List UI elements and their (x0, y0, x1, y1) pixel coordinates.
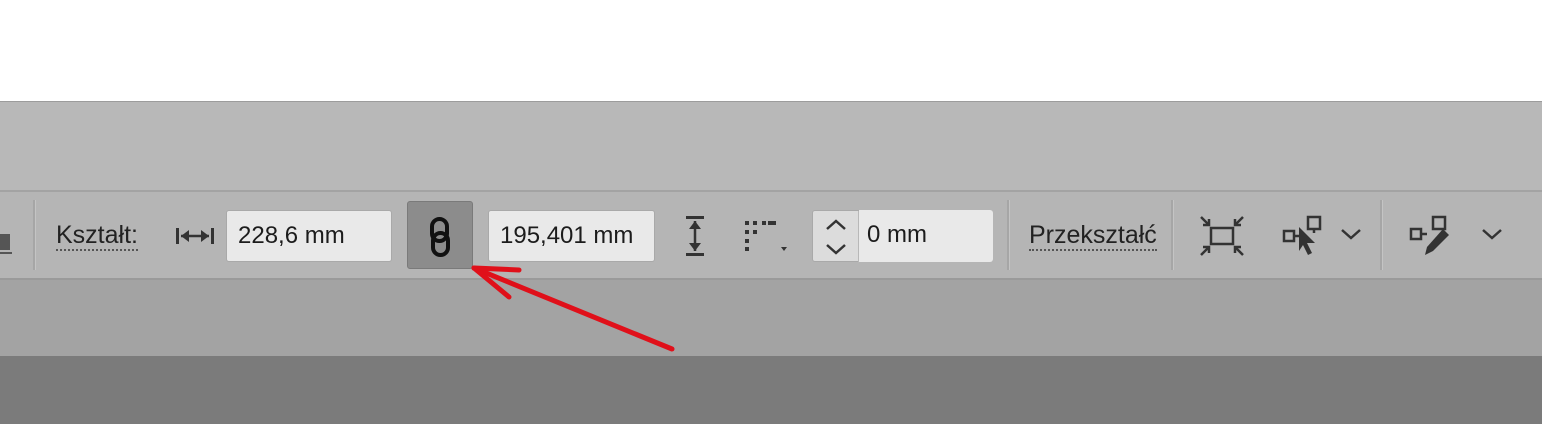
separator (1171, 200, 1174, 270)
separator (1007, 200, 1010, 270)
select-transform-icon[interactable] (1282, 215, 1328, 259)
chevron-down-icon[interactable] (1481, 227, 1503, 241)
chain-link-icon (427, 216, 453, 258)
lower-panel-strip (0, 280, 1542, 356)
separator (1380, 200, 1383, 270)
shape-label[interactable]: Kształt: (56, 221, 138, 251)
corner-size-stepper[interactable]: 0 mm (812, 210, 993, 263)
blank-canvas-area (0, 0, 1542, 103)
align-to-center-icon[interactable] (1199, 215, 1245, 257)
constrain-proportions-button[interactable] (407, 201, 473, 269)
transform-label[interactable]: Przekształć (1029, 221, 1157, 251)
workspace-area (0, 356, 1542, 424)
stepper-arrows-icon[interactable] (813, 211, 859, 263)
edit-shape-icon[interactable] (1409, 215, 1455, 259)
corner-value-field[interactable]: 0 mm (859, 210, 993, 262)
width-field[interactable]: 228,6 mm (226, 210, 392, 262)
width-arrows-icon (175, 226, 215, 246)
separator (33, 200, 36, 270)
height-field[interactable]: 195,401 mm (488, 210, 655, 262)
height-arrows-icon (684, 215, 706, 257)
top-panel-strip (0, 102, 1542, 190)
chevron-down-icon[interactable] (1340, 227, 1362, 241)
partial-tool-icon[interactable] (0, 226, 14, 258)
corner-options-icon[interactable] (742, 218, 790, 256)
